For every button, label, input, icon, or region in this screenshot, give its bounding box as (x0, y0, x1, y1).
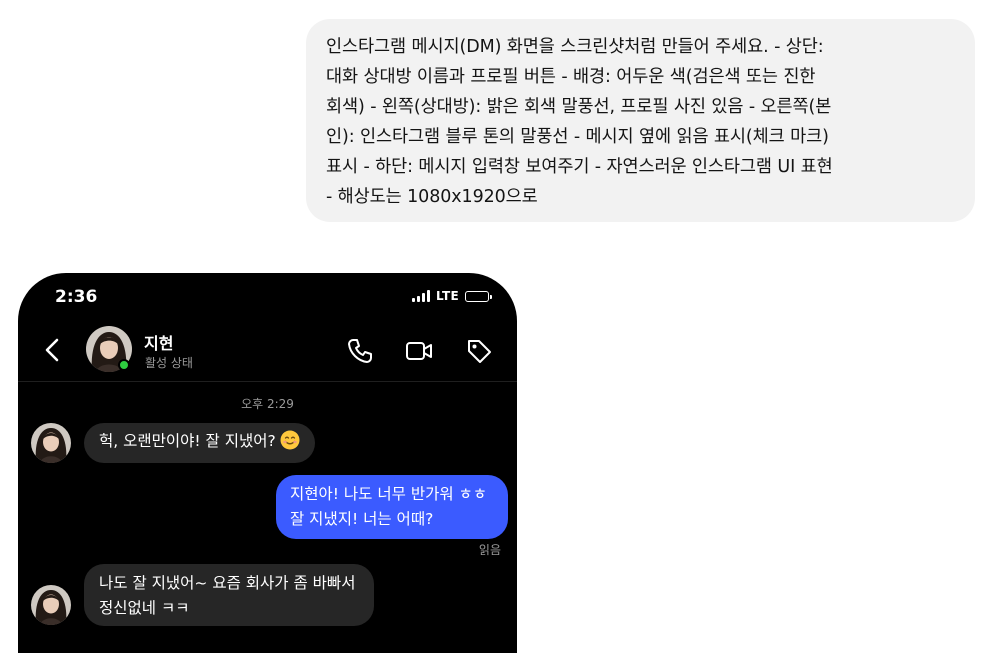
incoming-message-bubble[interactable]: 헉, 오랜만이야! 잘 지냈어? (84, 423, 315, 463)
back-icon[interactable] (40, 335, 66, 365)
phone-icon[interactable] (345, 336, 375, 366)
battery-icon (465, 290, 492, 302)
status-time: 2:36 (55, 287, 98, 307)
read-receipt: 읽음 (478, 543, 501, 557)
avatar[interactable] (31, 423, 71, 463)
incoming-message-bubble[interactable]: 나도 잘 지냈어~ 요즘 회사가 좀 바빠서 정신없네 ㅋㅋ (84, 564, 374, 626)
phone-screenshot: 2:36 LTE 지현 활성 상태 오후 2:29 헉, 오랜만이야! 잘 지냈… (18, 273, 517, 653)
network-label: LTE (436, 289, 459, 303)
avatar[interactable] (31, 585, 71, 625)
signal-icon (412, 290, 431, 302)
user-message-bubble: 인스타그램 메시지(DM) 화면을 스크린샷처럼 만들어 주세요. - 상단: … (306, 19, 975, 222)
message-text: 나도 잘 지냈어~ 요즘 회사가 좀 바빠서 정신없네 ㅋㅋ (99, 574, 356, 617)
smiling-face-emoji-icon (280, 430, 300, 450)
tag-icon[interactable] (464, 336, 494, 366)
online-status-dot (118, 359, 130, 371)
message-text: 지현아! 나도 너무 반가워 ㅎㅎ 잘 지냈지! 너는 어때? (290, 485, 488, 528)
status-indicators: LTE (412, 289, 492, 303)
contact-name[interactable]: 지현 (144, 330, 173, 354)
outgoing-message-bubble[interactable]: 지현아! 나도 너무 반가워 ㅎㅎ 잘 지냈지! 너는 어때? (276, 475, 508, 539)
message-text: 헉, 오랜만이야! 잘 지냈어? (99, 432, 276, 450)
user-message-text: 인스타그램 메시지(DM) 화면을 스크린샷처럼 만들어 주세요. - 상단: … (326, 37, 833, 207)
contact-activity-status: 활성 상태 (145, 356, 193, 370)
video-camera-icon[interactable] (404, 336, 434, 366)
message-timestamp: 오후 2:29 (241, 397, 294, 411)
chat-header: 지현 활성 상태 (18, 321, 517, 382)
